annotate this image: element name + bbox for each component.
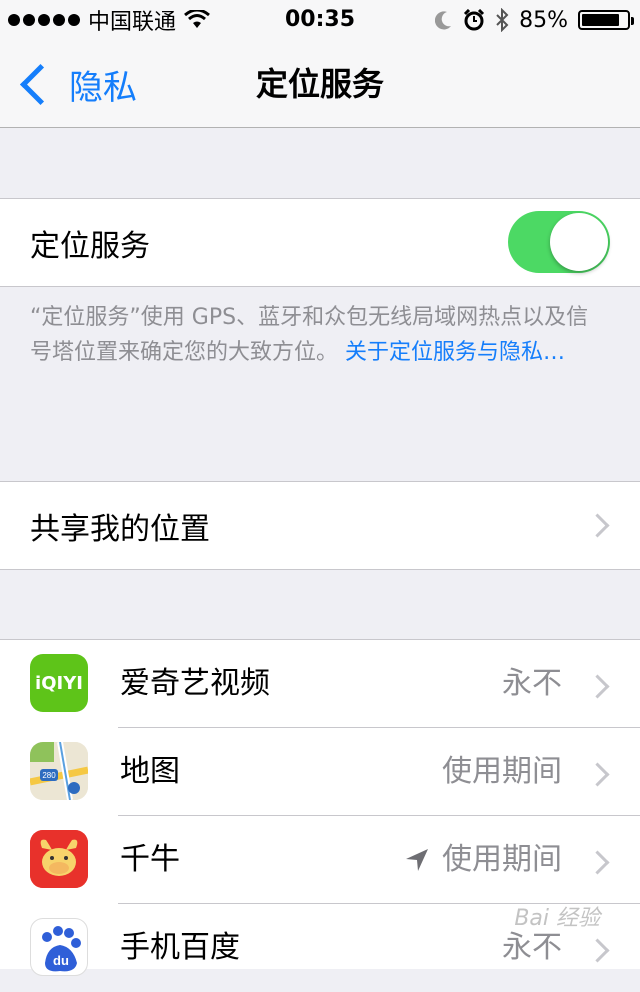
moon-icon bbox=[435, 11, 452, 30]
location-services-label: 定位服务 bbox=[30, 228, 150, 264]
battery-fill bbox=[582, 14, 620, 26]
app-name: 地图 bbox=[120, 754, 180, 789]
iqiyi-icon: iQIYI bbox=[30, 654, 88, 712]
app-row-qianniu[interactable]: 千牛 使用期间 bbox=[0, 816, 640, 904]
maps-icon-graphic: 280 bbox=[30, 742, 88, 800]
battery-icon bbox=[578, 10, 634, 30]
chevron-right-icon bbox=[585, 850, 610, 875]
location-services-toggle[interactable] bbox=[508, 211, 610, 273]
privacy-link[interactable]: 关于定位服务与隐私… bbox=[345, 340, 565, 365]
chevron-right-icon bbox=[585, 762, 610, 787]
chevron-right-icon bbox=[585, 938, 610, 963]
baidu-icon-text: du bbox=[53, 953, 69, 968]
chevron-right-icon bbox=[585, 513, 610, 538]
qianniu-icon bbox=[30, 830, 88, 888]
permission-text: 使用期间 bbox=[442, 842, 562, 877]
battery-percent: 85% bbox=[519, 7, 568, 33]
watermark: Bai 经验 bbox=[514, 906, 600, 931]
share-location-group: 共享我的位置 bbox=[0, 481, 640, 570]
iqiyi-icon-text: iQIYI bbox=[35, 672, 83, 694]
location-arrow-icon bbox=[406, 849, 428, 871]
location-services-group: 定位服务 bbox=[0, 198, 640, 287]
navigation-bar: 隐私 定位服务 bbox=[0, 40, 640, 128]
app-permission-value: 使用期间 bbox=[442, 728, 562, 816]
location-services-cell: 定位服务 bbox=[0, 199, 640, 286]
app-permission-value: 使用期间 bbox=[404, 816, 562, 904]
app-name: 手机百度 bbox=[120, 930, 240, 965]
chevron-right-icon bbox=[585, 674, 610, 699]
app-permission-value: 永不 bbox=[502, 640, 562, 728]
page-title: 定位服务 bbox=[255, 65, 384, 103]
bluetooth-icon bbox=[496, 8, 509, 32]
app-row-maps[interactable]: 280 地图 使用期间 bbox=[0, 728, 640, 816]
app-row-iqiyi[interactable]: iQIYI 爱奇艺视频 永不 bbox=[0, 640, 640, 728]
baidu-icon-graphic: du bbox=[42, 926, 81, 972]
status-bar: 中国联通 00:35 85% bbox=[0, 0, 640, 40]
toggle-knob bbox=[550, 213, 608, 271]
share-location-cell[interactable]: 共享我的位置 bbox=[0, 482, 640, 569]
permission-text: 永不 bbox=[502, 666, 562, 701]
alarm-icon bbox=[464, 9, 485, 31]
share-location-label: 共享我的位置 bbox=[30, 511, 210, 547]
app-name: 千牛 bbox=[120, 842, 180, 877]
qianniu-icon-graphic bbox=[30, 830, 88, 888]
permission-text: 使用期间 bbox=[442, 754, 562, 789]
location-services-description: “定位服务”使用 GPS、蓝牙和众包无线局域网热点以及信号塔位置来确定您的大致方… bbox=[30, 300, 610, 370]
status-right: 85% bbox=[435, 0, 634, 40]
maps-icon: 280 bbox=[30, 742, 88, 800]
maps-icon-text: 280 bbox=[42, 771, 56, 780]
baidu-icon: du bbox=[30, 918, 88, 976]
app-name: 爱奇艺视频 bbox=[120, 666, 270, 701]
